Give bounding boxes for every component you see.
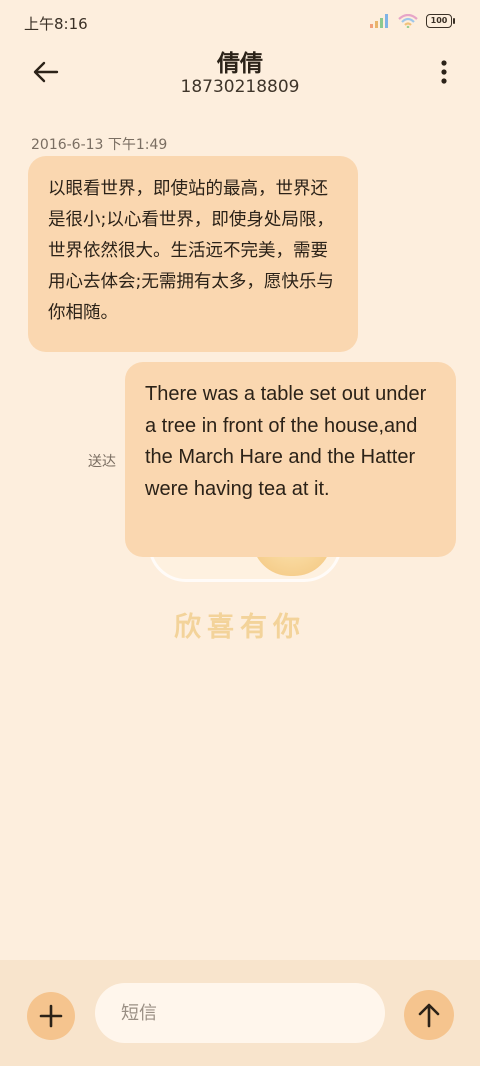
delivery-status: 送达 — [88, 454, 116, 470]
more-vertical-icon — [441, 60, 447, 84]
received-message-bubble[interactable]: 以眼看世界，即使站的最高，世界还是很小;以心看世界，即使身处局限，世界依然很大。… — [28, 156, 358, 352]
message-timestamp: 2016-6-13 下午1:49 — [31, 137, 168, 153]
status-icons: 100 — [370, 14, 455, 28]
conversation-header: 倩倩 18730218809 — [0, 44, 480, 110]
contact-phone-number: 18730218809 — [180, 77, 300, 97]
send-arrow-icon — [418, 1003, 440, 1028]
more-options-button[interactable] — [438, 58, 450, 86]
plus-icon — [39, 1004, 63, 1028]
signal-icon — [370, 14, 388, 28]
sent-message-bubble[interactable]: There was a table set out under a tree i… — [125, 362, 456, 557]
send-button[interactable] — [404, 990, 454, 1040]
status-time: 上午8:16 — [24, 15, 88, 33]
contact-name: 倩倩 — [217, 51, 263, 77]
wifi-icon — [398, 14, 418, 28]
wallpaper-text: 欣喜有你 — [174, 612, 306, 643]
status-bar: 上午8:16 100 — [0, 0, 480, 44]
battery-icon: 100 — [426, 14, 455, 28]
message-input[interactable] — [95, 983, 385, 1043]
attach-button[interactable] — [27, 992, 75, 1040]
